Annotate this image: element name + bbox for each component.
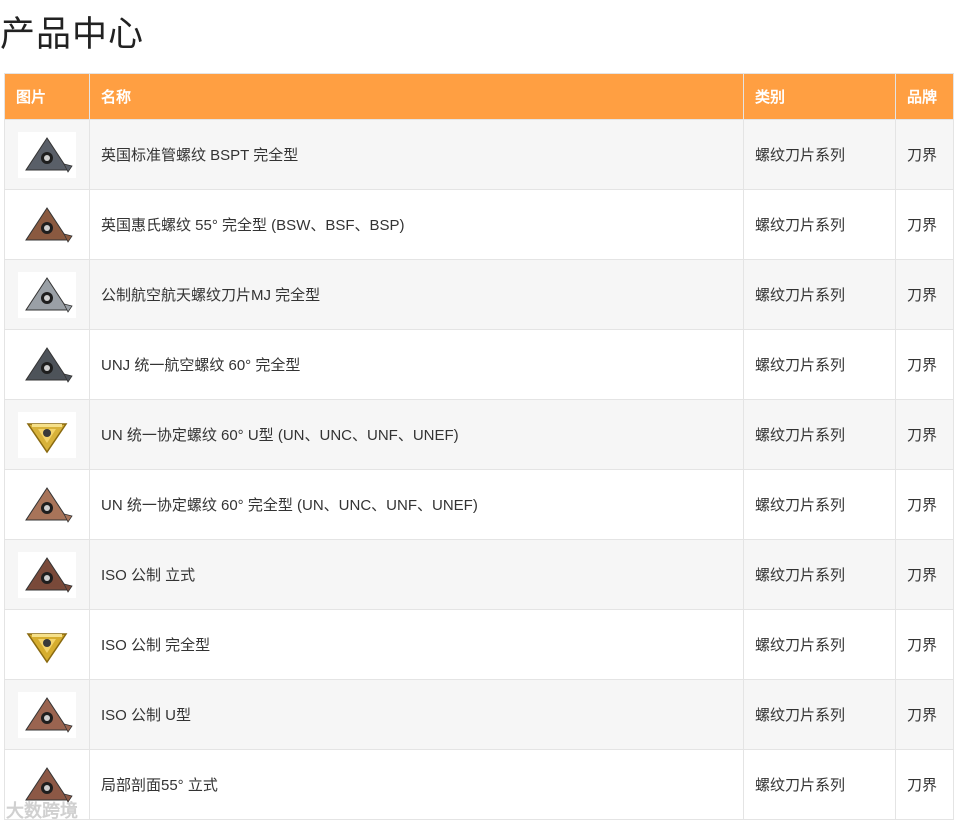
product-image-cell[interactable] [4,609,90,680]
product-category: 螺纹刀片系列 [743,609,896,680]
product-brand: 刀界 [895,259,954,330]
product-name[interactable]: 公制航空航天螺纹刀片MJ 完全型 [89,259,744,330]
product-brand: 刀界 [895,119,954,190]
silver-triangle-insert-icon[interactable] [18,271,76,318]
product-name[interactable]: 英国标准管螺纹 BSPT 完全型 [89,119,744,190]
product-category: 螺纹刀片系列 [743,189,896,260]
product-name[interactable]: ISO 公制 完全型 [89,609,744,680]
product-category: 螺纹刀片系列 [743,679,896,750]
gray-triangle-insert-icon[interactable] [18,341,76,388]
header-category: 类别 [743,73,896,120]
product-name[interactable]: ISO 公制 立式 [89,539,744,610]
watermark: 大数跨境 [6,801,78,821]
product-category: 螺纹刀片系列 [743,469,896,540]
table-row[interactable]: UNJ 统一航空螺纹 60° 完全型 螺纹刀片系列 刀界 [4,329,954,400]
product-category: 螺纹刀片系列 [743,539,896,610]
product-brand: 刀界 [895,329,954,400]
product-table: 图片 名称 类别 品牌 英国标准管螺纹 BSPT 完全型 螺纹刀片系列 刀界 英国惠氏… [4,73,954,820]
product-name[interactable]: UNJ 统一航空螺纹 60° 完全型 [89,329,744,400]
bronze-triangle-insert-icon[interactable] [18,481,76,528]
product-brand: 刀界 [895,539,954,610]
header-name: 名称 [89,73,744,120]
product-image-cell[interactable] [4,329,90,400]
header-brand: 品牌 [895,73,954,120]
table-row[interactable]: 局部剖面55° 立式 螺纹刀片系列 刀界 [4,749,954,820]
copper-triangle-insert-icon[interactable] [18,691,76,738]
copper-triangle-insert-icon[interactable] [18,551,76,598]
page-title: 产品中心 [0,15,145,55]
product-category: 螺纹刀片系列 [743,119,896,190]
table-row[interactable]: UN 统一协定螺纹 60° 完全型 (UN、UNC、UNF、UNEF) 螺纹刀片系… [4,469,954,540]
gold-triangle-insert-icon[interactable] [18,411,76,458]
table-row[interactable]: 英国标准管螺纹 BSPT 完全型 螺纹刀片系列 刀界 [4,119,954,190]
product-image-cell[interactable] [4,399,90,470]
header-image: 图片 [4,73,90,120]
product-brand: 刀界 [895,399,954,470]
product-image-cell[interactable] [4,539,90,610]
product-image-cell[interactable] [4,469,90,540]
product-category: 螺纹刀片系列 [743,399,896,470]
gold-triangle-insert-icon[interactable] [18,621,76,668]
product-image-cell[interactable] [4,259,90,330]
table-row[interactable]: 公制航空航天螺纹刀片MJ 完全型 螺纹刀片系列 刀界 [4,259,954,330]
product-category: 螺纹刀片系列 [743,749,896,820]
bronze-triangle-insert-icon[interactable] [18,201,76,248]
product-name[interactable]: ISO 公制 U型 [89,679,744,750]
product-image-cell[interactable] [4,679,90,750]
product-category: 螺纹刀片系列 [743,259,896,330]
table-row[interactable]: ISO 公制 立式 螺纹刀片系列 刀界 [4,539,954,610]
product-brand: 刀界 [895,609,954,680]
product-name[interactable]: UN 统一协定螺纹 60° U型 (UN、UNC、UNF、UNEF) [89,399,744,470]
product-name[interactable]: 英国惠氏螺纹 55° 完全型 (BSW、BSF、BSP) [89,189,744,260]
table-row[interactable]: ISO 公制 完全型 螺纹刀片系列 刀界 [4,609,954,680]
product-image-cell[interactable] [4,189,90,260]
table-row[interactable]: 英国惠氏螺纹 55° 完全型 (BSW、BSF、BSP) 螺纹刀片系列 刀界 [4,189,954,260]
table-row[interactable]: ISO 公制 U型 螺纹刀片系列 刀界 [4,679,954,750]
product-brand: 刀界 [895,469,954,540]
product-name[interactable]: 局部剖面55° 立式 [89,749,744,820]
table-row[interactable]: UN 统一协定螺纹 60° U型 (UN、UNC、UNF、UNEF) 螺纹刀片系列… [4,399,954,470]
product-category: 螺纹刀片系列 [743,329,896,400]
gray-triangle-insert-icon[interactable] [18,131,76,178]
product-name[interactable]: UN 统一协定螺纹 60° 完全型 (UN、UNC、UNF、UNEF) [89,469,744,540]
product-image-cell[interactable] [4,119,90,190]
table-header-row: 图片 名称 类别 品牌 [4,73,954,120]
product-brand: 刀界 [895,749,954,820]
product-brand: 刀界 [895,189,954,260]
product-brand: 刀界 [895,679,954,750]
